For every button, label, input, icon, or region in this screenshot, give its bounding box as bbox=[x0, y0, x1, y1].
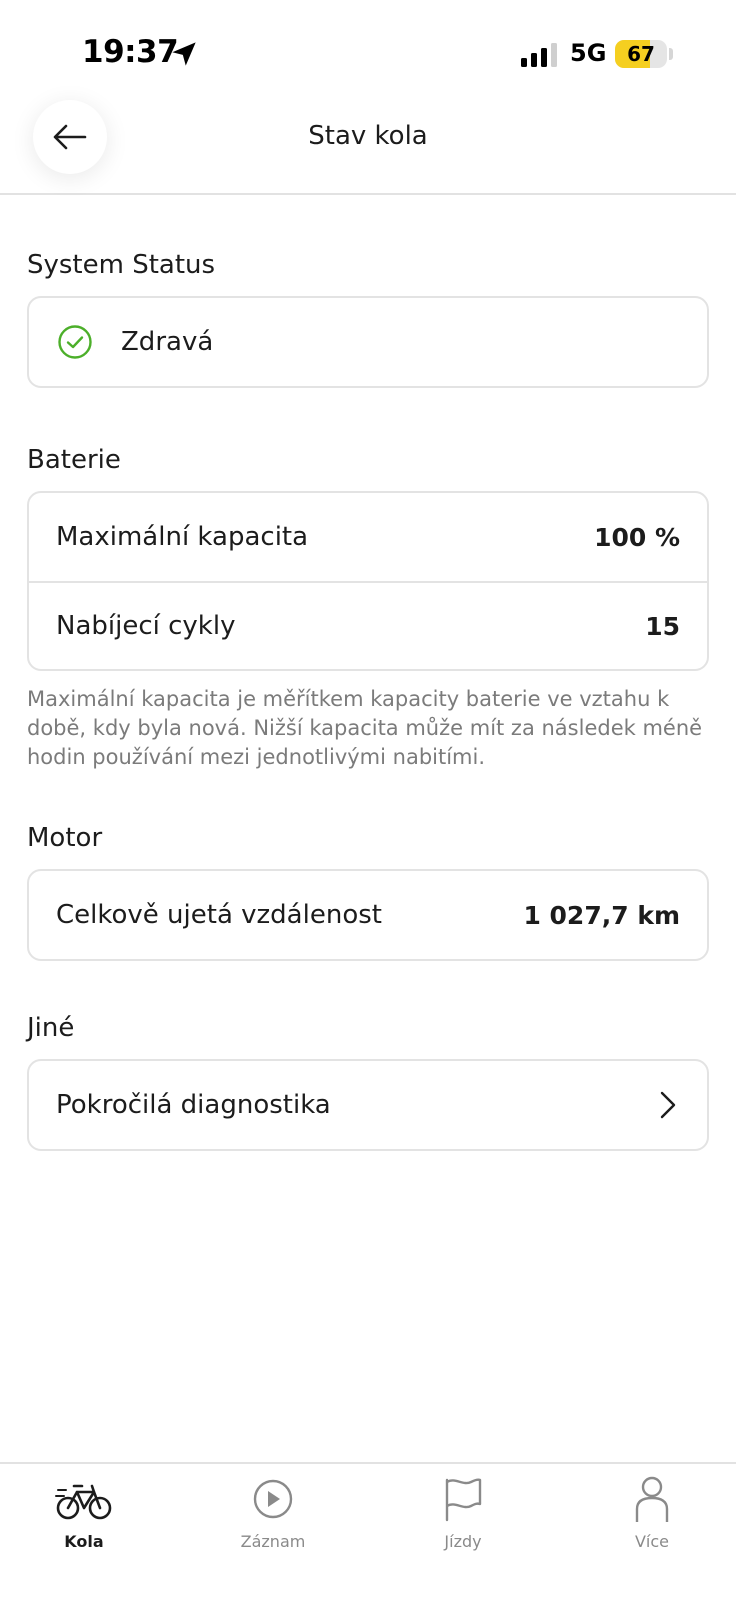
row-label: Maximální kapacita bbox=[56, 522, 309, 552]
battery-cap bbox=[669, 48, 673, 60]
motor-distance-row: Celkově ujetá vzdálenost 1 027,7 km bbox=[29, 871, 707, 959]
tab-label: Kola bbox=[64, 1532, 104, 1551]
battery-cycles-row: Nabíjecí cykly 15 bbox=[29, 581, 707, 669]
flag-icon bbox=[445, 1478, 482, 1522]
row-label: Pokročilá diagnostika bbox=[56, 1090, 331, 1120]
battery-icon: 67 bbox=[615, 40, 667, 68]
tab-zaznam[interactable]: Záznam bbox=[213, 1474, 333, 1574]
motor-section-title: Motor bbox=[27, 823, 103, 853]
battery-level: 67 bbox=[627, 42, 655, 66]
tab-kola[interactable]: Kola bbox=[24, 1474, 144, 1574]
tab-label: Více bbox=[634, 1532, 670, 1551]
advanced-diagnostics-row[interactable]: Pokročilá diagnostika bbox=[29, 1061, 707, 1149]
battery-card: Maximální kapacita 100 % Nabíjecí cykly … bbox=[27, 491, 709, 671]
battery-section-title: Baterie bbox=[27, 445, 121, 475]
bottom-tab-bar: Kola Záznam Jízdy Více bbox=[0, 1462, 736, 1600]
cellular-signal-icon bbox=[521, 43, 557, 67]
battery-capacity-row: Maximální kapacita 100 % bbox=[29, 493, 707, 581]
tab-vice[interactable]: Více bbox=[592, 1474, 712, 1574]
row-label: Celkově ujetá vzdálenost bbox=[56, 900, 382, 930]
motor-card: Celkově ujetá vzdálenost 1 027,7 km bbox=[27, 869, 709, 961]
row-label: Nabíjecí cykly bbox=[56, 611, 236, 641]
tab-jizdy[interactable]: Jízdy bbox=[403, 1474, 523, 1574]
status-time: 19:37 bbox=[82, 34, 179, 70]
battery-note: Maximální kapacita je měřítkem kapacity … bbox=[27, 687, 703, 769]
bike-icon bbox=[55, 1484, 112, 1520]
system-status-title: System Status bbox=[27, 250, 216, 280]
page-title: Stav kola bbox=[308, 121, 428, 151]
check-circle-icon bbox=[58, 325, 92, 359]
other-card: Pokročilá diagnostika bbox=[27, 1059, 709, 1151]
header: Stav kola bbox=[0, 95, 736, 195]
row-value: 1 027,7 km bbox=[523, 900, 680, 930]
play-icon bbox=[253, 1479, 293, 1519]
status-bar: 19:37 5G 67 bbox=[0, 0, 736, 100]
row-value: 15 bbox=[645, 611, 680, 641]
tab-label: Záznam bbox=[240, 1532, 306, 1551]
tab-label: Jízdy bbox=[444, 1532, 482, 1551]
other-section-title: Jiné bbox=[27, 1013, 75, 1043]
person-icon bbox=[635, 1476, 669, 1522]
system-status-text: Zdravá bbox=[121, 327, 214, 357]
network-type: 5G bbox=[570, 39, 607, 67]
system-status-card: Zdravá bbox=[27, 296, 709, 388]
location-arrow-icon bbox=[172, 42, 196, 66]
chevron-right-icon bbox=[660, 1091, 676, 1119]
bike-status-screen: 19:37 5G 67 Stav kola System Status Zdra… bbox=[0, 0, 736, 1600]
row-value: 100 % bbox=[594, 522, 680, 552]
system-status-row: Zdravá bbox=[29, 298, 707, 386]
